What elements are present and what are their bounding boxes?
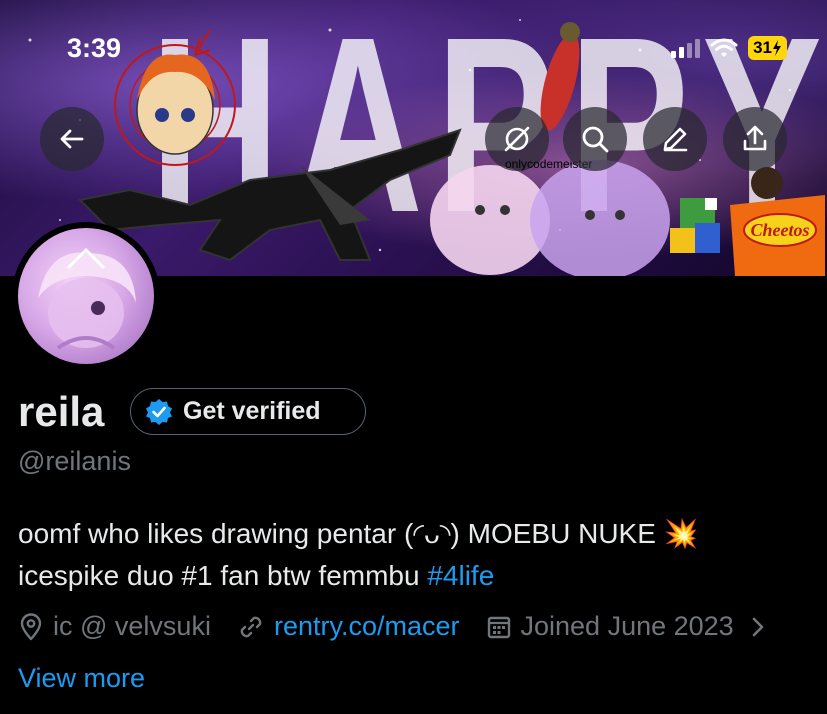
- profile-bio: oomf who likes drawing pentar (◜ᴗ◝) MOEB…: [18, 513, 818, 597]
- wifi-icon: [710, 38, 738, 57]
- cellular-signal-icon: [671, 38, 701, 58]
- bio-line-2: icespike duo #1 fan btw femmbu #4life: [18, 555, 818, 597]
- chevron-right-icon[interactable]: [750, 615, 766, 639]
- cheetos-bag-sticker: Cheetos: [730, 167, 825, 276]
- cheetos-logo-text: Cheetos: [750, 220, 809, 240]
- location-pin-icon: [20, 612, 42, 640]
- search-icon: [582, 126, 609, 153]
- edit-button[interactable]: [643, 107, 707, 171]
- search-button[interactable]: [563, 107, 627, 171]
- link-icon: [240, 616, 262, 637]
- website-link[interactable]: rentry.co/macer: [274, 611, 460, 642]
- bio-line-2-text: icespike duo #1 fan btw femmbu: [18, 560, 428, 591]
- slash-circle-icon: [504, 126, 530, 152]
- calendar-icon: [487, 616, 510, 638]
- profile-avatar[interactable]: [12, 222, 160, 370]
- user-handle: @reilanis: [18, 446, 131, 476]
- fluffy-characters-sticker: [430, 160, 670, 276]
- battery-indicator: 31: [748, 36, 787, 60]
- share-button[interactable]: [723, 107, 787, 171]
- status-icons: 31: [671, 36, 787, 60]
- avatar-image: [18, 228, 154, 364]
- share-upload-icon: [743, 125, 767, 151]
- arrow-left-icon: [60, 129, 84, 149]
- battery-level: 31: [753, 38, 772, 57]
- status-time: 3:39: [67, 33, 122, 63]
- pencil-icon: [663, 127, 688, 152]
- get-verified-label: Get verified: [183, 397, 321, 425]
- joined-date: Joined June 2023: [520, 611, 734, 641]
- display-name: reila: [18, 388, 105, 435]
- location-item: ic @ velvsuki: [18, 611, 211, 642]
- bio-hashtag-link[interactable]: #4life: [427, 560, 494, 591]
- profile-meta-row: ic @ velvsuki rentry.co/macer Joined Jun…: [18, 611, 766, 642]
- location-text: ic @ velvsuki: [53, 611, 211, 641]
- bio-line-1: oomf who likes drawing pentar (◜ᴗ◝) MOEB…: [18, 518, 699, 549]
- verified-badge-icon: [146, 398, 172, 425]
- charging-bolt-icon: [773, 40, 781, 56]
- website-item[interactable]: rentry.co/macer: [237, 611, 460, 642]
- view-more-link[interactable]: View more: [18, 663, 145, 694]
- character-doodle-sticker: [114, 29, 236, 166]
- get-verified-button[interactable]: Get verified: [130, 388, 366, 435]
- joined-item[interactable]: Joined June 2023: [486, 611, 734, 642]
- avatar-artwork: [38, 247, 136, 350]
- back-button[interactable]: [40, 107, 104, 171]
